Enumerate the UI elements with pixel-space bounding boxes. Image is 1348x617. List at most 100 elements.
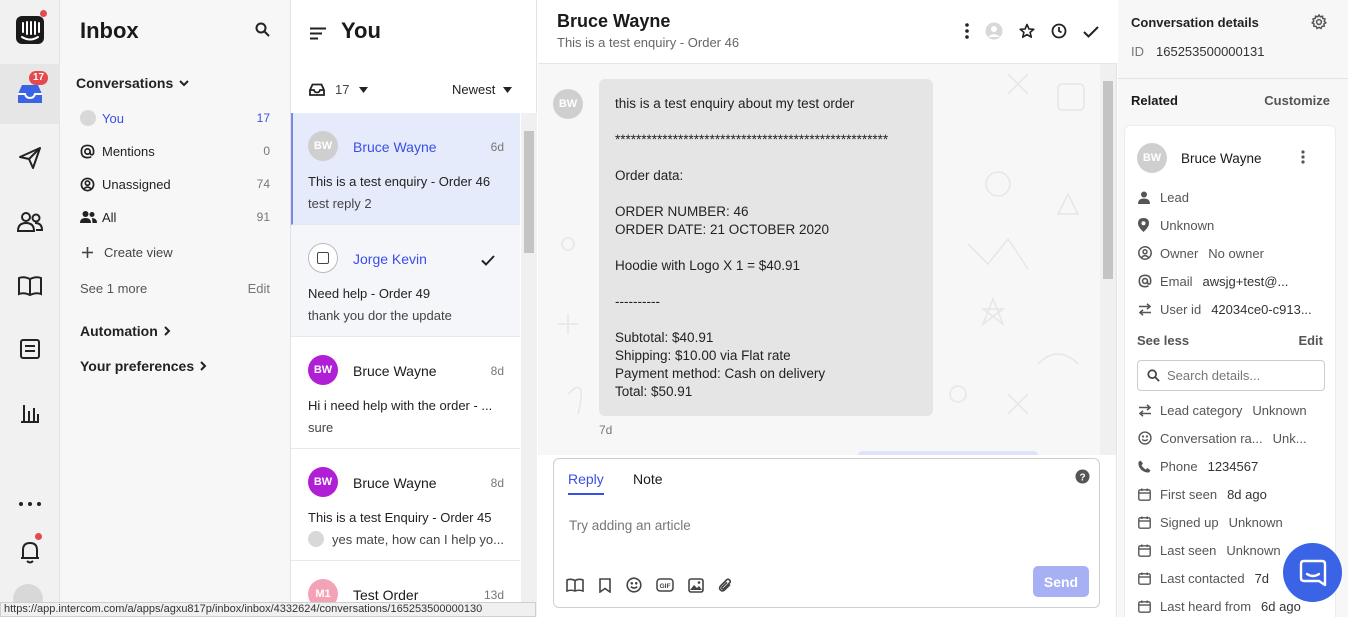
attr-owner[interactable]: Owner No owner <box>1138 243 1328 263</box>
list-scrollbar[interactable] <box>521 113 537 617</box>
message-line: ORDER NUMBER: 46 <box>615 204 749 219</box>
image-icon[interactable] <box>688 577 704 596</box>
nav-item-count: 74 <box>256 177 270 191</box>
conversation-details-panel: Conversation details ID 165253500000131 R… <box>1118 0 1348 617</box>
nav-item-mentions[interactable]: Mentions 0 <box>80 140 270 162</box>
calendar-icon <box>1138 516 1160 529</box>
message-line <box>615 311 917 329</box>
nav-item-label: All <box>102 209 117 225</box>
tab-note[interactable]: Note <box>633 471 663 487</box>
conversation-time: 6d <box>490 140 504 154</box>
emoji-icon[interactable] <box>626 577 642 596</box>
bell-notification-dot <box>35 533 42 540</box>
see-more-link[interactable]: See 1 more <box>80 281 248 296</box>
gif-icon[interactable]: GIF <box>656 578 674 595</box>
calendar-icon <box>1138 572 1160 585</box>
thread-scrollbar[interactable] <box>1100 64 1116 455</box>
messenger-launcher-button[interactable] <box>1283 543 1342 602</box>
message-line <box>615 275 917 293</box>
divider <box>1118 78 1348 79</box>
reports-screen-icon[interactable] <box>0 321 60 377</box>
inbox-tray-icon <box>309 83 325 96</box>
contact-name[interactable]: Bruce Wayne <box>1181 151 1262 166</box>
gear-icon[interactable] <box>1311 13 1327 33</box>
attr-key: Lead <box>1160 189 1189 205</box>
menu-icon[interactable] <box>310 27 326 43</box>
status-filter[interactable]: 17 <box>309 82 369 97</box>
message-bubble: this is a test enquiry about my test ord… <box>599 79 933 416</box>
saved-reply-bookmark-icon[interactable] <box>598 577 612 596</box>
sender-avatar: BW <box>553 89 583 119</box>
bell-icon[interactable] <box>0 524 60 580</box>
create-view-button[interactable]: Create view <box>82 241 272 263</box>
outbound-icon[interactable] <box>0 130 60 186</box>
sort-label: Newest <box>452 82 496 97</box>
assignee-avatar-icon[interactable] <box>985 22 1003 43</box>
contact-avatar: BW <box>1137 143 1167 173</box>
nav-item-label: You <box>102 110 124 126</box>
customize-link[interactable]: Customize <box>1264 93 1330 108</box>
attr-value: 1234567 <box>1207 458 1259 474</box>
search-icon[interactable] <box>255 22 270 40</box>
reply-composer[interactable]: Reply Note ? Try adding an article GIF S… <box>553 458 1100 608</box>
help-icon[interactable]: ? <box>1075 469 1090 487</box>
conversation-preview: yes mate, how can I help yo... <box>332 532 504 547</box>
smile-icon <box>1138 431 1160 445</box>
left-rail: 17 <box>0 0 60 617</box>
caret-down-icon <box>359 86 369 93</box>
see-less-link[interactable]: See less <box>1137 333 1189 348</box>
send-button[interactable]: Send <box>1033 566 1089 597</box>
scrollbar-thumb[interactable] <box>1103 81 1113 279</box>
attr-lead-category[interactable]: Lead category Unknown <box>1138 400 1328 420</box>
attr-conversation-rating[interactable]: Conversation ra... Unk... <box>1138 428 1328 448</box>
message-line <box>615 239 917 257</box>
related-heading: Related <box>1131 93 1178 108</box>
contacts-icon[interactable] <box>0 194 60 250</box>
nav-item-all[interactable]: All 91 <box>80 206 270 228</box>
attr-email[interactable]: Email awsjg+test@... <box>1138 271 1328 291</box>
more-vertical-icon[interactable] <box>1301 150 1305 167</box>
star-icon[interactable] <box>1019 23 1035 42</box>
sort-dropdown[interactable]: Newest <box>452 82 513 97</box>
conversation-item[interactable]: Jorge Kevin Need help - Order 49 thank y… <box>291 225 520 337</box>
snooze-clock-icon[interactable] <box>1051 23 1067 42</box>
nav-item-unassigned[interactable]: Unassigned 74 <box>80 173 270 195</box>
reply-bubble-edge <box>858 451 1038 455</box>
attr-user-id[interactable]: User id 42034ce0-c913... <box>1138 299 1328 319</box>
edit-attributes-link[interactable]: Edit <box>1298 333 1323 348</box>
conversation-id: ID 165253500000131 <box>1131 44 1264 59</box>
attr-phone[interactable]: Phone 1234567 <box>1138 456 1328 476</box>
swap-icon <box>1138 302 1160 316</box>
conversation-title: Bruce Wayne <box>557 11 671 31</box>
close-conversation-check-icon[interactable] <box>1083 25 1099 41</box>
articles-icon[interactable] <box>0 258 60 314</box>
chart-icon[interactable] <box>0 385 60 441</box>
conversation-item[interactable]: BW Bruce Wayne 6d This is a test enquiry… <box>291 113 520 225</box>
article-book-icon[interactable] <box>566 578 584 595</box>
search-details-input[interactable]: Search details... <box>1137 360 1325 391</box>
inbox-badge: 17 <box>29 71 49 85</box>
attr-value: 6d ago <box>1261 598 1301 614</box>
conversations-section[interactable]: Conversations <box>76 75 189 91</box>
composer-input[interactable]: Try adding an article <box>569 518 691 533</box>
preferences-section[interactable]: Your preferences <box>80 358 207 374</box>
select-checkbox[interactable] <box>308 243 338 273</box>
conversation-item[interactable]: BW Bruce Wayne 8d This is a test Enquiry… <box>291 449 520 561</box>
conversation-time: 8d <box>490 476 504 490</box>
svg-text:?: ? <box>1079 473 1085 484</box>
message-line: this is a test enquiry about my test ord… <box>615 96 855 111</box>
intercom-logo-icon[interactable] <box>0 2 60 58</box>
attr-key: Last contacted <box>1160 570 1245 586</box>
conversation-view: Bruce Wayne This is a test enquiry - Ord… <box>538 0 1117 617</box>
scrollbar-thumb[interactable] <box>524 131 534 253</box>
conversation-name: Bruce Wayne <box>353 139 437 155</box>
check-icon[interactable] <box>481 253 495 269</box>
tab-reply[interactable]: Reply <box>568 471 604 495</box>
edit-views-link[interactable]: Edit <box>248 281 270 296</box>
more-vertical-icon[interactable] <box>965 23 969 42</box>
nav-item-you[interactable]: You 17 <box>80 107 270 129</box>
automation-section[interactable]: Automation <box>80 323 171 339</box>
attachment-icon[interactable] <box>718 577 732 596</box>
conversation-item[interactable]: BW Bruce Wayne 8d Hi i need help with th… <box>291 337 520 449</box>
id-value: 165253500000131 <box>1156 44 1265 59</box>
